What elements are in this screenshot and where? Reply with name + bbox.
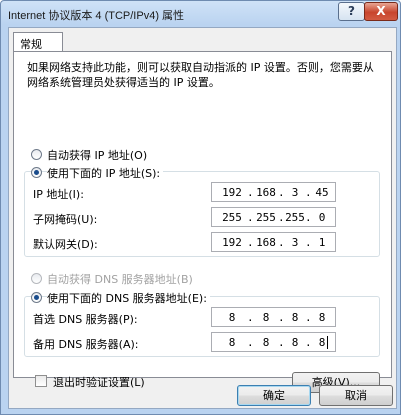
tab-general[interactable]: 常规 [13, 32, 63, 52]
subnet-mask-label: 子网掩码(U): [33, 213, 98, 226]
ip-octet-3: 3 [291, 186, 299, 199]
alternate-dns-label: 备用 DNS 服务器(A): [33, 338, 139, 351]
auto-dns-label[interactable]: 自动获得 DNS 服务器地址(B) [47, 271, 193, 287]
subnet-mask-input[interactable]: 255 . 255 . 255 . 0 [211, 207, 336, 227]
adns-octet-4: 8 [318, 336, 326, 349]
adns-octet-2: 8 [262, 336, 270, 349]
auto-dns-radio[interactable] [31, 273, 42, 284]
gateway-octet-1: 192 [222, 236, 242, 249]
pdns-octet-3: 8 [291, 311, 299, 324]
manual-dns-radio[interactable] [31, 292, 42, 303]
ok-button[interactable]: 确定 [237, 385, 311, 406]
dialog-window: Internet 协议版本 4 (TCP/IPv4) 属性 ? X 常规 如果网… [0, 0, 401, 415]
pdns-octet-2: 8 [262, 311, 270, 324]
gateway-octet-4: 1 [318, 236, 326, 249]
text-caret [327, 336, 328, 349]
gateway-octet-2: 168 [256, 236, 276, 249]
gateway-input[interactable]: 192 . 168 . 3 . 1 [211, 232, 336, 252]
preferred-dns-input[interactable]: 8 . 8 . 8 . 8 [211, 307, 336, 327]
description-text: 如果网络支持此功能，则可以获取自动指派的 IP 设置。否则，您需要从网络系统管理… [27, 61, 374, 89]
help-button[interactable]: ? [338, 2, 365, 21]
adns-octet-1: 8 [228, 336, 236, 349]
manual-ip-radio[interactable] [31, 167, 42, 178]
validate-on-exit-checkbox[interactable] [35, 375, 47, 387]
validate-on-exit-label[interactable]: 退出时验证设置(L) [53, 374, 145, 390]
tab-panel-general: 如果网络支持此功能，则可以获取自动指派的 IP 设置。否则，您需要从网络系统管理… [13, 51, 392, 393]
dialog-client: 常规 如果网络支持此功能，则可以获取自动指派的 IP 设置。否则，您需要从网络系… [8, 27, 397, 409]
ip-octet-4: 45 [315, 186, 329, 199]
ip-octet-1: 192 [222, 186, 242, 199]
auto-ip-radio[interactable] [31, 149, 42, 160]
mask-octet-1: 255 [222, 211, 242, 224]
close-button[interactable]: X [364, 2, 398, 21]
manual-ip-label[interactable]: 使用下面的 IP 地址(S): [47, 165, 164, 181]
mask-octet-2: 255 [256, 211, 276, 224]
ip-address-input[interactable]: 192 . 168 . 3 . 45 [211, 182, 336, 202]
adns-octet-3: 8 [291, 336, 299, 349]
manual-dns-label[interactable]: 使用下面的 DNS 服务器地址(E): [47, 290, 210, 306]
ip-address-label: IP 地址(I): [33, 188, 84, 201]
alternate-dns-input[interactable]: 8 . 8 . 8 . 8 [211, 332, 336, 352]
mask-octet-3: 255 [285, 211, 305, 224]
gateway-label: 默认网关(D): [33, 238, 98, 251]
preferred-dns-label: 首选 DNS 服务器(P): [33, 313, 138, 326]
pdns-octet-1: 8 [228, 311, 236, 324]
window-title: Internet 协议版本 4 (TCP/IPv4) 属性 [8, 10, 185, 22]
auto-ip-label[interactable]: 自动获得 IP 地址(O) [47, 147, 147, 163]
pdns-octet-4: 8 [318, 311, 326, 324]
gateway-octet-3: 3 [291, 236, 299, 249]
title-bar[interactable]: Internet 协议版本 4 (TCP/IPv4) 属性 ? X [1, 1, 402, 27]
cancel-button[interactable]: 取消 [319, 385, 393, 406]
ip-octet-2: 168 [256, 186, 276, 199]
mask-octet-4: 0 [318, 211, 326, 224]
